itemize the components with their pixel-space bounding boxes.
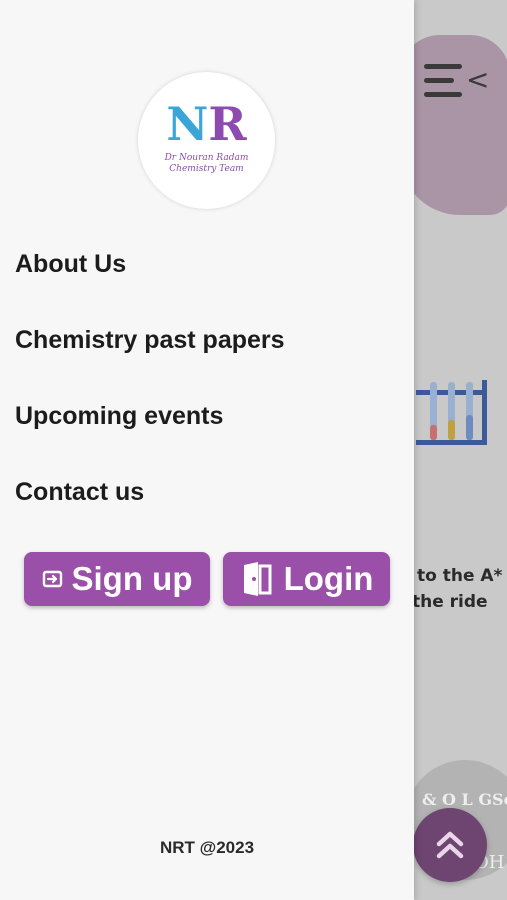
double-chevron-up-icon [436, 831, 464, 859]
footer-copyright: NRT @2023 [159, 838, 255, 857]
navigation-drawer: NR Dr Nouran Radam Chemistry Team About … [0, 0, 414, 900]
menu-collapse-icon[interactable]: < [424, 58, 489, 104]
background-headline-line1: to the A* [417, 566, 503, 586]
background-headline-line2: the ride [412, 592, 488, 612]
login-label: Login [283, 560, 374, 597]
logo-monogram: NR [166, 96, 247, 151]
test-tubes-illustration [416, 380, 487, 445]
login-button[interactable]: Login [223, 552, 390, 606]
background-badge-text: & O L GSc [422, 790, 507, 809]
scroll-to-top-button[interactable] [413, 808, 487, 882]
menu-item-about-us[interactable]: About Us [15, 250, 126, 279]
signup-button[interactable]: Sign up [24, 552, 210, 606]
menu-item-contact-us[interactable]: Contact us [15, 478, 144, 507]
signup-label: Sign up [71, 560, 193, 597]
menu-item-chemistry-past-papers[interactable]: Chemistry past papers [15, 326, 285, 355]
menu-item-upcoming-events[interactable]: Upcoming events [15, 402, 223, 431]
brand-logo[interactable]: NR Dr Nouran Radam Chemistry Team [138, 72, 275, 209]
signup-icon [42, 568, 64, 590]
logo-caption: Dr Nouran Radam Chemistry Team [164, 152, 249, 174]
door-icon [240, 562, 276, 596]
